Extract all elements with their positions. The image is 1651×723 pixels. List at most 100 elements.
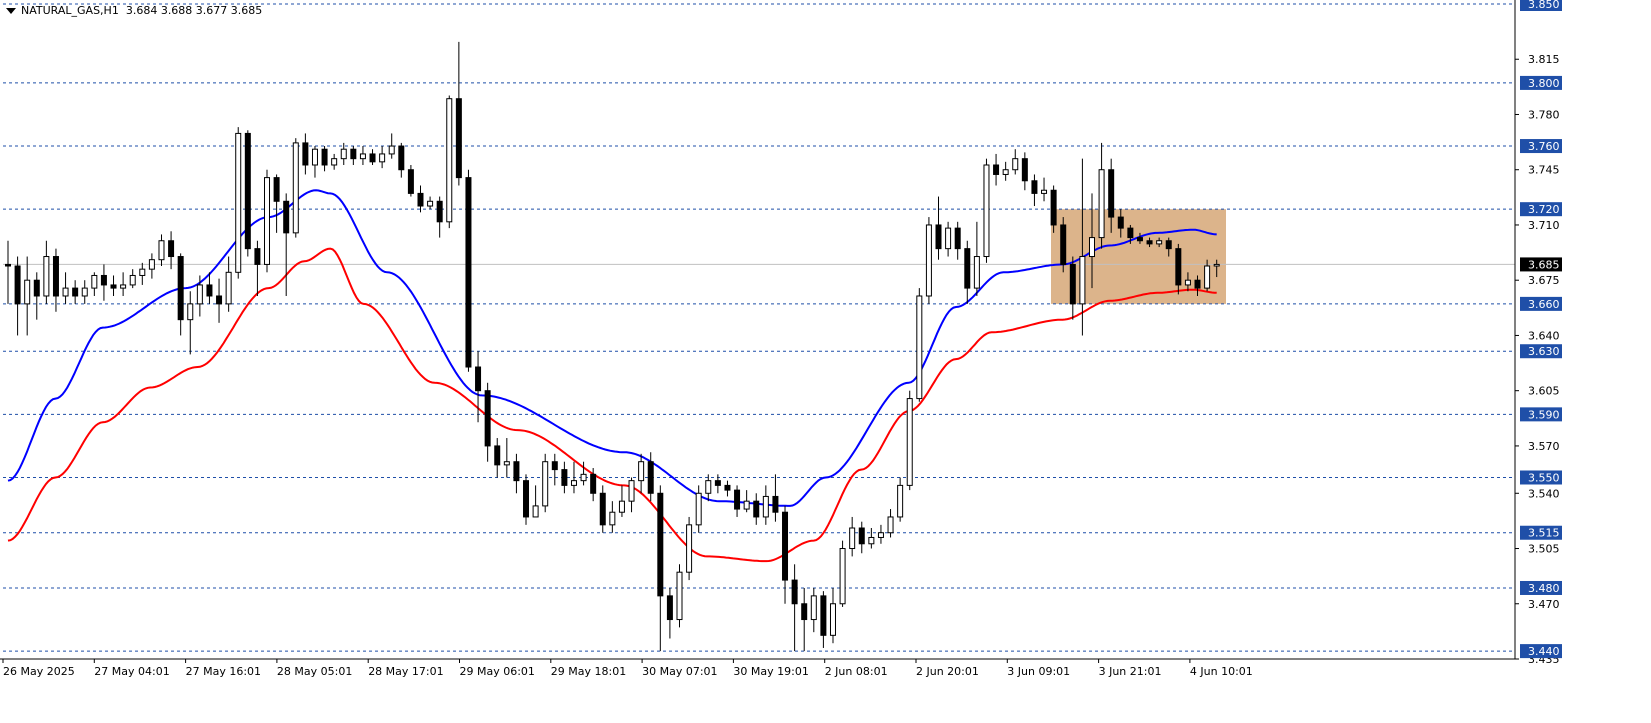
candle-body-bull <box>877 532 884 538</box>
level-label: 3.440 <box>1528 645 1560 658</box>
candle <box>686 516 693 581</box>
candle <box>906 390 913 491</box>
candle-body-bull <box>120 284 127 289</box>
time-tick-label: 3 Jun 09:01 <box>1007 665 1070 678</box>
candle-body-bull <box>379 153 386 163</box>
candle-body-bear <box>283 200 290 234</box>
candle-body-bull <box>868 536 875 545</box>
candle <box>542 453 549 513</box>
level-label: 3.850 <box>1528 0 1560 11</box>
candle-body-bear <box>647 461 654 494</box>
price-tick-label: 3.540 <box>1528 487 1560 500</box>
candle-body-bear <box>369 153 376 163</box>
candle-body-bear <box>407 169 414 194</box>
candle <box>916 288 923 402</box>
candle-body-bull <box>705 480 712 494</box>
candle-body-bull <box>388 145 395 155</box>
candle-body-bear <box>475 366 482 392</box>
time-tick-label: 3 Jun 21:01 <box>1099 665 1162 678</box>
candle-body-bear <box>216 295 223 305</box>
time-tick-label: 27 May 16:01 <box>186 665 261 678</box>
candle-body-bear <box>590 473 597 494</box>
candle-body-bear <box>753 500 760 518</box>
candle <box>839 540 846 607</box>
chart-menu-icon[interactable] <box>6 8 16 14</box>
candle-body-bear <box>52 256 59 297</box>
price-tick-label: 3.745 <box>1528 164 1560 177</box>
candle-body-bear <box>436 200 443 223</box>
candle-body-bear <box>772 495 779 513</box>
candle-body-bear <box>724 484 731 491</box>
candle-body-bull <box>945 227 952 250</box>
level-label: 3.660 <box>1528 298 1560 311</box>
candle-body-bear <box>1165 240 1172 250</box>
candle-body-bear <box>1136 237 1143 242</box>
candle-body-bull <box>618 500 625 513</box>
candle-body-bull <box>1184 279 1191 286</box>
candle-body-bear <box>666 595 673 621</box>
candle-body-bull <box>973 256 980 289</box>
candle-body-bull <box>810 595 817 621</box>
price-tick-label: 3.710 <box>1528 219 1560 232</box>
candle-body-bull <box>264 177 271 265</box>
candle-body-bear <box>714 480 721 486</box>
time-tick-label: 29 May 06:01 <box>460 665 535 678</box>
level-label: 3.515 <box>1528 527 1560 540</box>
candle <box>676 564 683 628</box>
candle-body-bull <box>743 500 750 510</box>
candle-body-bear <box>484 390 491 447</box>
candle-body-bull <box>340 148 347 160</box>
candle-body-bull <box>532 505 539 518</box>
candle-body-bull <box>925 224 932 297</box>
price-tick-label: 3.640 <box>1528 329 1560 342</box>
candle-body-bull <box>187 303 194 321</box>
candle-body-bear <box>1031 180 1038 194</box>
candle-body-bull <box>292 142 299 234</box>
level-label: 3.480 <box>1528 582 1560 595</box>
candle-body-bear <box>244 132 251 250</box>
candle-body-bull <box>91 274 98 289</box>
candle-body-bear <box>1021 158 1028 182</box>
candle <box>446 95 453 229</box>
candle-body-bull <box>427 200 434 207</box>
current-price-label: 3.685 <box>1528 258 1560 271</box>
candle-body-bull <box>1041 189 1048 194</box>
candle-body-bull <box>887 516 894 534</box>
candle-body-bear <box>168 240 175 258</box>
candle-body-bear <box>398 145 405 171</box>
level-label: 3.800 <box>1528 77 1560 90</box>
candle-body-bull <box>43 256 50 297</box>
candle-body-bear <box>1117 216 1124 229</box>
candle-body-bull <box>225 271 232 305</box>
level-label: 3.720 <box>1528 203 1560 216</box>
chart-header: NATURAL_GAS,H1 3.684 3.688 3.677 3.685 <box>6 4 262 17</box>
candle-body-bull <box>1088 237 1095 258</box>
candle-body-bull <box>916 295 923 400</box>
price-tick-label: 3.505 <box>1528 543 1560 556</box>
candle <box>983 158 990 263</box>
time-tick-label: 4 Jun 10:01 <box>1190 665 1253 678</box>
candle <box>244 130 251 257</box>
candle-body-bear <box>734 489 741 510</box>
candle-body-bull <box>235 132 242 273</box>
time-tick-label: 2 Jun 20:01 <box>916 665 979 678</box>
candle-body-bull <box>695 492 702 526</box>
candle-body-bull <box>446 98 453 223</box>
candle-body-bear <box>1108 169 1115 218</box>
candle-body-bull <box>1098 169 1105 239</box>
candle-body-bear <box>455 98 462 179</box>
candle-body-bull <box>676 571 683 621</box>
level-label: 3.590 <box>1528 408 1560 421</box>
candle <box>407 164 414 197</box>
candle-body-bear <box>1069 263 1076 305</box>
candle-body-bull <box>503 461 510 466</box>
candle-body-bear <box>820 595 827 636</box>
candle-body-bear <box>206 284 213 297</box>
candle-body-bull <box>638 461 645 482</box>
candle-body-bear <box>100 274 107 286</box>
price-tick-label: 3.815 <box>1528 53 1560 66</box>
candle-body-bull <box>24 279 31 305</box>
candle-body-bull <box>62 287 69 297</box>
chart-svg: 3.815 3.780 3.745 3.710 3.675 3.640 3.605 3.570… <box>0 0 1651 719</box>
price-tick-label: 3.470 <box>1528 598 1560 611</box>
